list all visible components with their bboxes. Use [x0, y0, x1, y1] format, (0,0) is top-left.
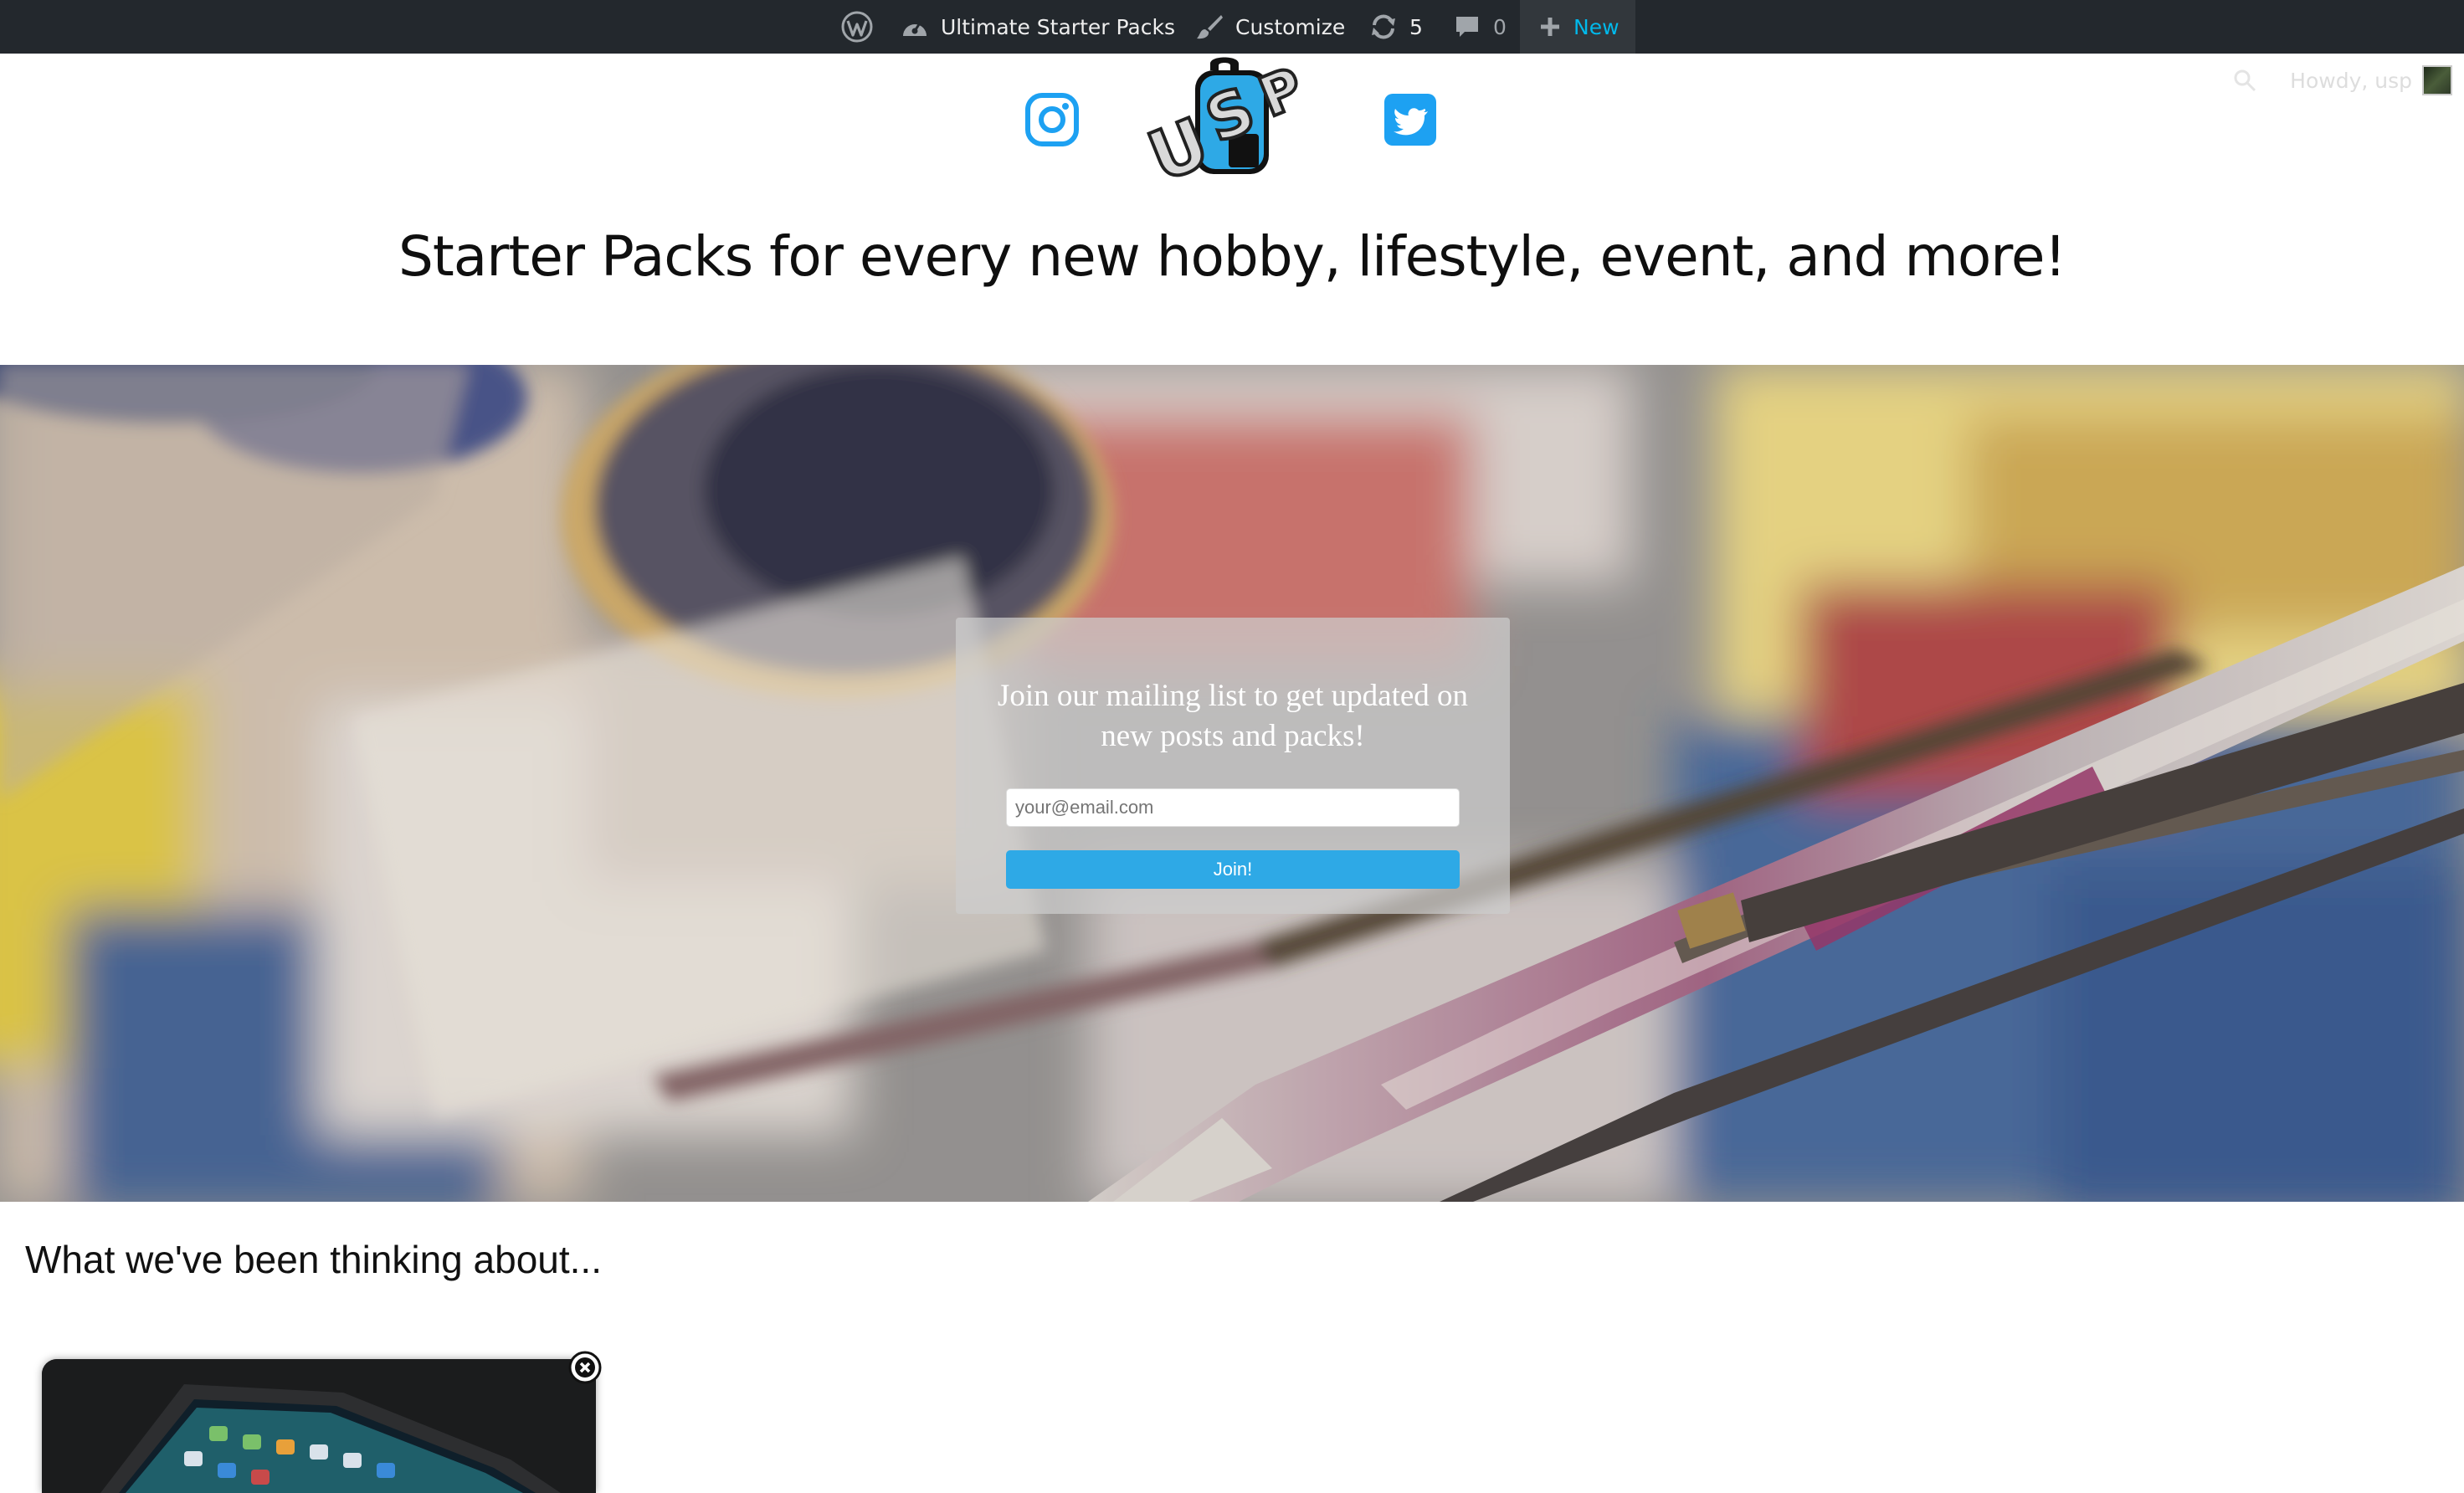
mailing-list-signup: Join our mailing list to get updated on …: [956, 618, 1510, 914]
plus-icon: [1541, 18, 1559, 36]
search-icon[interactable]: [2233, 69, 2256, 92]
dashboard-icon: [903, 21, 927, 36]
avatar: [2422, 65, 2452, 95]
section-heading: What we've been thinking about...: [25, 1238, 602, 1281]
updates-link[interactable]: 5: [1369, 0, 1423, 54]
site-tagline: Starter Packs for every new hobby, lifes…: [398, 224, 2066, 289]
howdy-text: Howdy, usp: [2290, 68, 2412, 93]
wordpress-logo-icon: [841, 11, 873, 43]
admin-bar: Ultimate Starter Packs Customize 5 0 New: [0, 0, 2464, 54]
wordpress-menu[interactable]: [840, 0, 874, 54]
instagram-icon: [1025, 93, 1079, 146]
site-logo[interactable]: U S P: [1137, 54, 1321, 200]
customize-label: Customize: [1235, 14, 1346, 39]
site-name-link[interactable]: Ultimate Starter Packs: [901, 0, 1175, 54]
site-name-label: Ultimate Starter Packs: [941, 14, 1175, 39]
comment-icon: [1456, 17, 1478, 37]
post-card[interactable]: [42, 1359, 596, 1493]
twitter-link[interactable]: [1383, 92, 1438, 151]
twitter-icon: [1384, 94, 1436, 146]
instagram-link[interactable]: [1024, 92, 1080, 151]
join-button[interactable]: Join!: [1006, 850, 1460, 889]
new-content-menu[interactable]: New: [1520, 0, 1635, 54]
usp-logo: U S P: [1137, 54, 1314, 200]
paintbrush-icon: [1197, 15, 1223, 39]
comments-link[interactable]: 0: [1455, 0, 1507, 54]
customize-link[interactable]: Customize: [1195, 0, 1345, 54]
close-button[interactable]: [568, 1351, 602, 1384]
post-thumbnail: [42, 1359, 596, 1493]
updates-icon: [1372, 14, 1395, 39]
email-field[interactable]: [1006, 788, 1460, 827]
signup-title: Join our mailing list to get updated on …: [997, 679, 1469, 753]
new-label: New: [1573, 14, 1620, 39]
comments-count: 0: [1493, 14, 1507, 39]
close-icon: [568, 1351, 602, 1384]
updates-count: 5: [1409, 14, 1423, 39]
account-menu[interactable]: Howdy, usp: [2233, 65, 2452, 95]
